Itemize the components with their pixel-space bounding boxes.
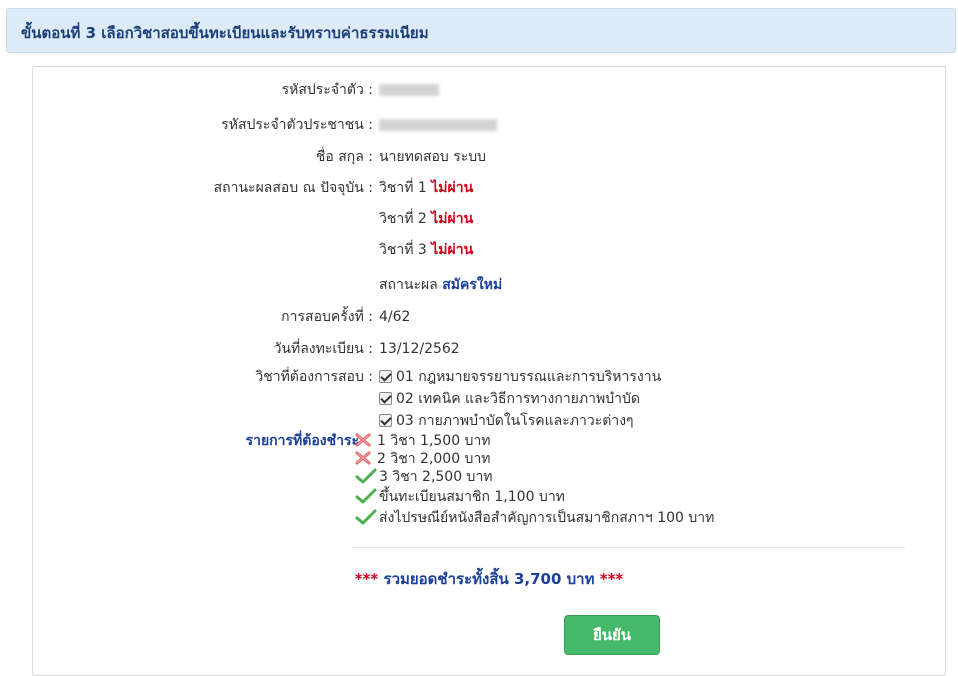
subjects-row-3: 03 กายภาพบำบัดในโรคและภาวะต่างๆ bbox=[33, 410, 933, 432]
status-row: สถานะผลสอบ ณ ปัจจุบัน : วิชาที่ 1 ไม่ผ่า… bbox=[33, 177, 933, 199]
payment-item-5: ส่งไปรษณีย์หนังสือสำคัญการเป็นสมาชิกสภาฯ… bbox=[355, 507, 714, 529]
name-value: นายทดสอบ ระบบ bbox=[379, 149, 487, 165]
overall-status-row: สถานะผล สมัครใหม่ bbox=[33, 274, 933, 296]
subject-option-2[interactable]: 02 เทคนิค และวิธีการทางกายภาพบำบัด bbox=[379, 388, 640, 410]
green-check-icon bbox=[355, 509, 377, 525]
exam-round-row: การสอบครั้งที่ : 4/62 bbox=[33, 306, 933, 328]
student-id-value-redacted bbox=[379, 79, 439, 101]
exam-round-label: การสอบครั้งที่ : bbox=[281, 309, 373, 325]
payment-item-4: ขึ้นทะเบียนสมาชิก 1,100 บาท bbox=[355, 486, 565, 508]
payment-item-3: 3 วิชา 2,500 บาท bbox=[355, 466, 493, 488]
green-check-icon bbox=[355, 488, 377, 504]
step-title: ขั้นตอนที่ 3 เลือกวิชาสอบขึ้นทะเบียนและร… bbox=[21, 24, 429, 42]
subjects-row-2: 02 เทคนิค และวิธีการทางกายภาพบำบัด bbox=[33, 388, 933, 410]
subjects-label: วิชาที่ต้องการสอบ : bbox=[255, 369, 373, 385]
payment-row-4: ขึ้นทะเบียนสมาชิก 1,100 บาท bbox=[33, 486, 933, 508]
total-stars-right: *** bbox=[599, 570, 624, 588]
subjects-row-1: วิชาที่ต้องการสอบ : 01 กฎหมายจรรยาบรรณแล… bbox=[33, 366, 933, 388]
checked-checkbox-icon[interactable] bbox=[379, 414, 392, 427]
register-date-label: วันที่ลงทะเบียน : bbox=[273, 341, 373, 357]
confirm-button[interactable]: ยืนยัน bbox=[564, 615, 660, 655]
overall-status-value: สมัครใหม่ bbox=[442, 277, 503, 293]
subject-2-result: ไม่ผ่าน bbox=[431, 211, 474, 227]
overall-status: สถานะผล สมัครใหม่ bbox=[379, 277, 503, 293]
subject-3-status: วิชาที่ 3 ไม่ผ่าน bbox=[379, 242, 474, 258]
status-label: สถานะผลสอบ ณ ปัจจุบัน : bbox=[213, 180, 373, 196]
register-date-value: 13/12/2562 bbox=[379, 341, 460, 357]
name-row: ชื่อ สกุล : นายทดสอบ ระบบ bbox=[33, 146, 933, 168]
national-id-value-redacted bbox=[379, 114, 497, 136]
subject-3-result: ไม่ผ่าน bbox=[431, 242, 474, 258]
payment-row-3: 3 วิชา 2,500 บาท bbox=[33, 466, 933, 488]
red-x-icon bbox=[355, 433, 371, 447]
subject-1-result: ไม่ผ่าน bbox=[431, 180, 474, 196]
total-text: รวมยอดชำระทั้งสิ้น 3,700 บาท bbox=[383, 570, 595, 588]
national-id-row: รหัสประจำตัวประชาชน : bbox=[33, 114, 933, 136]
checked-checkbox-icon[interactable] bbox=[379, 392, 392, 405]
payment-row-5: ส่งไปรษณีย์หนังสือสำคัญการเป็นสมาชิกสภาฯ… bbox=[33, 507, 933, 529]
red-x-icon bbox=[355, 451, 371, 465]
step-header: ขั้นตอนที่ 3 เลือกวิชาสอบขึ้นทะเบียนและร… bbox=[6, 8, 956, 53]
total-stars-left: *** bbox=[354, 570, 379, 588]
student-id-label: รหัสประจำตัว : bbox=[281, 82, 373, 98]
green-check-icon bbox=[355, 468, 377, 484]
subject-2-status: วิชาที่ 2 ไม่ผ่าน bbox=[379, 211, 474, 227]
exam-round-value: 4/62 bbox=[379, 309, 411, 325]
total-amount: *** รวมยอดชำระทั้งสิ้น 3,700 บาท *** bbox=[33, 567, 945, 591]
subject-3-status-row: วิชาที่ 3 ไม่ผ่าน bbox=[33, 239, 933, 261]
subject-option-3[interactable]: 03 กายภาพบำบัดในโรคและภาวะต่างๆ bbox=[379, 410, 634, 432]
divider bbox=[353, 547, 905, 548]
checked-checkbox-icon[interactable] bbox=[379, 370, 392, 383]
name-label: ชื่อ สกุล : bbox=[315, 149, 373, 165]
registration-summary-panel: รหัสประจำตัว : รหัสประจำตัวประชาชน : ชื่… bbox=[32, 66, 946, 676]
student-id-row: รหัสประจำตัว : bbox=[33, 79, 933, 101]
register-date-row: วันที่ลงทะเบียน : 13/12/2562 bbox=[33, 338, 933, 360]
national-id-label: รหัสประจำตัวประชาชน : bbox=[221, 117, 373, 133]
subject-1-status: วิชาที่ 1 ไม่ผ่าน bbox=[379, 180, 474, 196]
subject-option-1[interactable]: 01 กฎหมายจรรยาบรรณและการบริหารงาน bbox=[379, 366, 661, 388]
subject-2-status-row: วิชาที่ 2 ไม่ผ่าน bbox=[33, 208, 933, 230]
